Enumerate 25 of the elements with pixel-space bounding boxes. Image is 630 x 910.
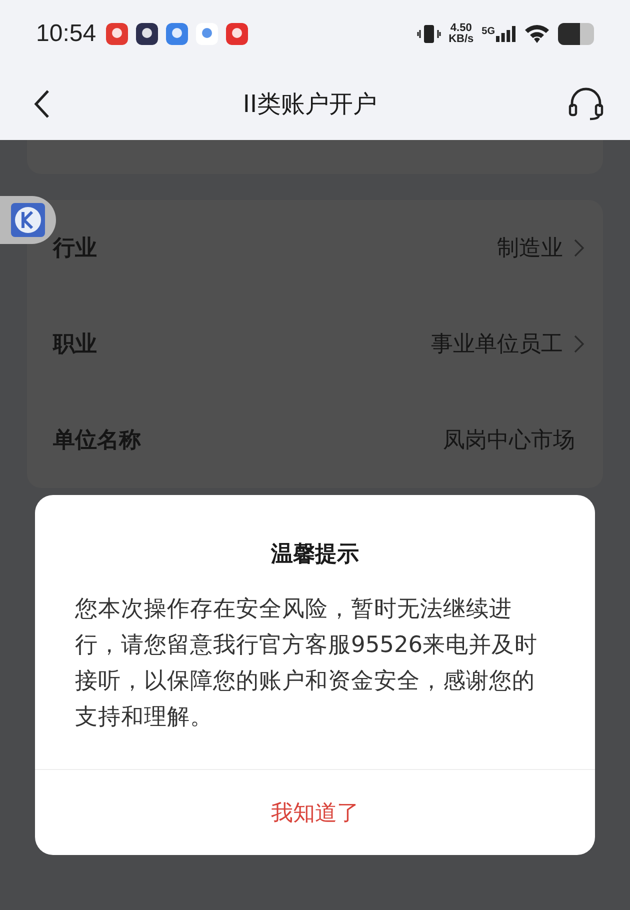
signal-icon (496, 26, 516, 42)
vibrate-icon (416, 23, 441, 45)
app-logo-icon (11, 203, 45, 237)
field-label: 行业 (53, 235, 97, 263)
confirm-button[interactable]: 我知道了 (35, 770, 595, 855)
app-notification-icon (136, 23, 158, 45)
back-icon[interactable] (32, 89, 52, 119)
battery-icon (558, 23, 596, 45)
network-speed: 4.50 KB/s (448, 23, 474, 45)
field-value[interactable]: 事业单位员工 (431, 329, 563, 359)
dialog-title: 温馨提示 (270, 541, 360, 569)
headset-icon[interactable] (568, 87, 604, 121)
app-notification-icon (196, 23, 218, 45)
dialog-message: 您本次操作存在安全风险，暂时无法继续进行，请您留意我行官方客服95526来电并及时接听，以保障您的账户和资金安全，感谢您的支持和理解。 (74, 595, 539, 732)
page-title: II类账户开户 (242, 89, 378, 120)
field-value: 凤岗中心市场 (443, 427, 575, 455)
field-value[interactable]: 制造业 (497, 233, 563, 263)
app-notification-icon (106, 23, 128, 45)
app-notification-icon (226, 23, 248, 45)
status-time: 10:54 (36, 20, 96, 48)
wifi-icon (524, 24, 550, 44)
network-type: 5G (482, 26, 495, 37)
field-label: 单位名称 (53, 427, 141, 455)
app-notification-icon (166, 23, 188, 45)
field-label: 职业 (53, 331, 97, 359)
